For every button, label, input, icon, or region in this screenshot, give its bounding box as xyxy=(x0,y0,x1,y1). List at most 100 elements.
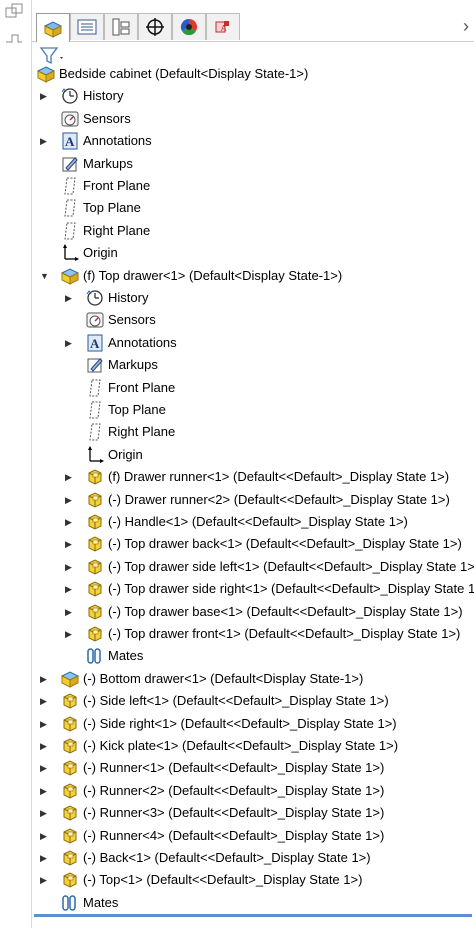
part-icon xyxy=(60,691,80,711)
plane-icon xyxy=(60,221,80,241)
tree-node-label: Bedside cabinet (Default<Display State-1… xyxy=(59,66,309,81)
tree-node[interactable]: Mates xyxy=(32,892,474,914)
tab-cam[interactable]: A xyxy=(206,13,240,40)
tree-node-label: (-) Runner<4> (Default<<Default>_Display… xyxy=(83,827,385,843)
expand-arrow-icon[interactable]: ▶ xyxy=(40,718,50,730)
tree-node-label: (-) Kick plate<1> (Default<<Default>_Dis… xyxy=(83,738,399,753)
tree-node[interactable]: ▶ (f) Drawer runner<1> (Default<<Default>… xyxy=(32,466,474,488)
tree-node-label: (-) Back<1> (Default<<Default>_Display S… xyxy=(83,850,371,865)
tree-node-label: Top Plane xyxy=(108,402,166,417)
expand-arrow-icon[interactable]: ▶ xyxy=(65,561,75,573)
tree-node-label: (-) Top drawer side right<1> (Default<<D… xyxy=(108,581,474,597)
tree-node-label: (f) Top drawer<1> (Default<Display State… xyxy=(83,267,343,283)
tab-configurationmanager[interactable] xyxy=(104,13,138,40)
tree-node[interactable]: ▶ (-) Top drawer front<1> (Default<<Defau… xyxy=(32,623,474,645)
expand-arrow-icon[interactable]: ▶ xyxy=(65,337,75,349)
tree-node[interactable]: ▶ A Annotations xyxy=(32,332,474,354)
part-icon xyxy=(85,512,105,532)
tree-node[interactable]: ▶ (-) Back<1> (Default<<Default>_Display … xyxy=(32,847,474,869)
tree-node[interactable]: Markups xyxy=(32,354,474,376)
expand-arrow-icon[interactable]: ▶ xyxy=(65,583,75,595)
expand-arrow-icon[interactable]: ▶ xyxy=(40,90,50,102)
expand-arrow-icon[interactable]: ▶ xyxy=(40,135,50,147)
tree-node[interactable]: ▶ (-) Top drawer side left<1> (Default<<D… xyxy=(32,556,474,578)
svg-text:A: A xyxy=(65,134,75,149)
assembly-icon xyxy=(60,669,80,689)
expand-arrow-icon[interactable]: ▶ xyxy=(65,471,75,483)
expand-arrow-icon[interactable]: ▶ xyxy=(65,516,75,528)
expand-arrow-icon[interactable]: ▶ xyxy=(40,695,50,707)
tree-node[interactable]: Sensors xyxy=(32,108,474,130)
tree-node[interactable]: ▶ History xyxy=(32,85,474,107)
tree-node[interactable]: ▶ (-) Kick plate<1> (Default<<Default>_Di… xyxy=(32,735,474,757)
expand-arrow-icon[interactable]: ▶ xyxy=(65,606,75,618)
tree-node[interactable]: Front Plane xyxy=(32,377,474,399)
tree-node[interactable]: Front Plane xyxy=(32,175,474,197)
tab-scroll-right-icon[interactable]: › xyxy=(463,16,469,37)
collapse-arrow-icon[interactable]: ▼ xyxy=(40,270,50,282)
toolbar-mini-icon[interactable] xyxy=(4,2,24,20)
tree-node[interactable]: ▶ (-) Top drawer base<1> (Default<<Defaul… xyxy=(32,601,474,623)
tree-node[interactable]: ▶ (-) Top drawer back<1> (Default<<Defaul… xyxy=(32,533,474,555)
expand-arrow-icon[interactable]: ▶ xyxy=(40,740,50,752)
part-icon xyxy=(60,848,80,868)
left-strip xyxy=(0,0,30,928)
tree-node[interactable]: ▶ (-) Bottom drawer<1> (Default<Display S… xyxy=(32,668,474,690)
expand-arrow-icon[interactable]: ▶ xyxy=(40,874,50,886)
part-icon xyxy=(85,579,105,599)
plane-icon xyxy=(85,378,105,398)
tree-node-label: (-) Top<1> (Default<<Default>_Display St… xyxy=(83,872,363,888)
tree-node[interactable]: ▶ (-) Runner<1> (Default<<Default>_Displa… xyxy=(32,757,474,779)
tree-node[interactable]: ▶ (-) Handle<1> (Default<<Default>_Displa… xyxy=(32,511,474,533)
tab-featuremanager[interactable] xyxy=(36,13,70,42)
expand-arrow-icon[interactable]: ▶ xyxy=(40,673,50,685)
tree-node[interactable]: ▶ (-) Top drawer side right<1> (Default<<… xyxy=(32,578,474,600)
tree-node[interactable]: Origin xyxy=(32,444,474,466)
tree-node-label: (-) Top drawer back<1> (Default<<Default… xyxy=(108,536,462,552)
tree-node[interactable]: ▶ (-) Runner<3> (Default<<Default>_Displa… xyxy=(32,802,474,824)
tree-node-label: Origin xyxy=(108,446,143,462)
tree-node[interactable]: Top Plane xyxy=(32,399,474,421)
expand-arrow-icon[interactable]: ▶ xyxy=(40,852,50,864)
tab-propertymanager[interactable] xyxy=(70,13,104,40)
tab-dimxpert[interactable] xyxy=(138,13,172,40)
tree-node-label: (-) Drawer runner<2> (Default<<Default>_… xyxy=(108,491,450,507)
tree-node[interactable]: ▶ (-) Drawer runner<2> (Default<<Default>… xyxy=(32,489,474,511)
tree-node[interactable]: Top Plane xyxy=(32,197,474,219)
tree-node[interactable]: Right Plane xyxy=(32,421,474,443)
tree-node[interactable]: Right Plane xyxy=(32,220,474,242)
tree-node[interactable]: Bedside cabinet (Default<Display State-1… xyxy=(32,63,474,85)
tree-node-label: Front Plane xyxy=(83,178,151,193)
part-icon xyxy=(85,624,105,644)
expand-arrow-icon[interactable]: ▶ xyxy=(40,785,50,797)
expand-arrow-icon[interactable]: ▶ xyxy=(65,628,75,640)
expand-arrow-icon[interactable]: ▶ xyxy=(40,830,50,842)
tree-node[interactable]: ▶ (-) Runner<4> (Default<<Default>_Displa… xyxy=(32,825,474,847)
tree-node[interactable]: Origin xyxy=(32,242,474,264)
part-icon xyxy=(60,758,80,778)
tree-node[interactable]: Markups xyxy=(32,153,474,175)
toolbar-mini-icon-2[interactable] xyxy=(4,30,24,48)
expand-arrow-icon[interactable]: ▶ xyxy=(40,807,50,819)
expand-arrow-icon[interactable]: ▶ xyxy=(65,538,75,550)
tree-node[interactable]: ▶ (-) Side left<1> (Default<<Default>_Dis… xyxy=(32,690,474,712)
tree-node-label: Front Plane xyxy=(108,379,176,395)
expand-arrow-icon[interactable]: ▶ xyxy=(65,494,75,506)
feature-manager-panel: A › Bedside cabinet (Default<Display Sta… xyxy=(31,0,474,928)
tree-node-label: Origin xyxy=(83,245,118,261)
color-wheel-icon xyxy=(180,18,198,36)
tree-node[interactable]: ▼ (f) Top drawer<1> (Default<Display Stat… xyxy=(32,265,474,287)
tree-node[interactable]: Mates xyxy=(32,645,474,667)
tree-node[interactable]: ▶ History xyxy=(32,287,474,309)
expand-arrow-icon[interactable]: ▶ xyxy=(40,762,50,774)
expand-arrow-icon[interactable]: ▶ xyxy=(65,292,75,304)
tree-node[interactable]: ▶ (-) Side right<1> (Default<<Default>_Di… xyxy=(32,713,474,735)
sensors-icon xyxy=(85,310,105,330)
tree-node[interactable]: ▶ (-) Top<1> (Default<<Default>_Display S… xyxy=(32,869,474,891)
tab-display-manager[interactable] xyxy=(172,13,206,40)
markups-icon xyxy=(60,154,80,174)
plane-icon xyxy=(60,198,80,218)
tree-node[interactable]: ▶ A Annotations xyxy=(32,130,474,152)
tree-node[interactable]: Sensors xyxy=(32,309,474,331)
tree-node[interactable]: ▶ (-) Runner<2> (Default<<Default>_Displa… xyxy=(32,780,474,802)
